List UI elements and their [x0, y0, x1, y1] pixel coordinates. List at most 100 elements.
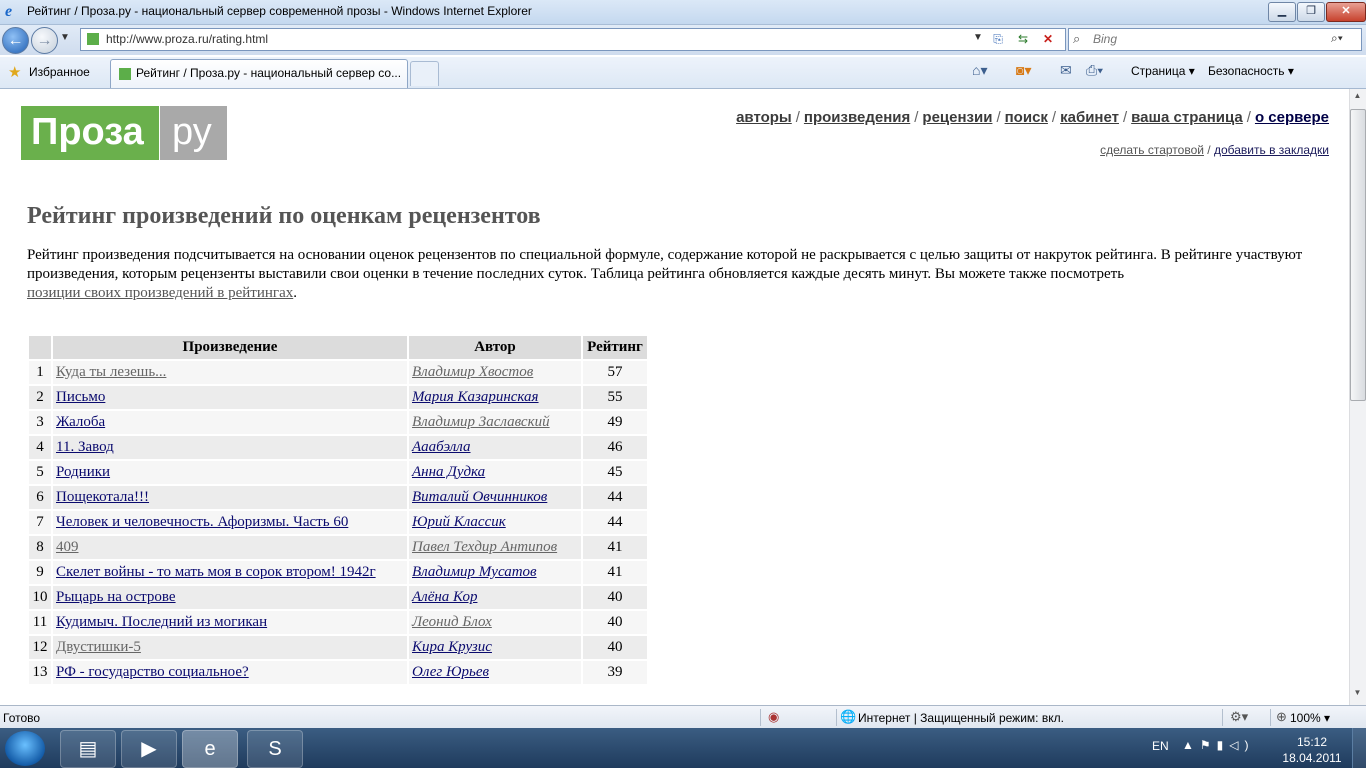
row-number: 10 — [29, 586, 51, 609]
table-row: 12 Двустишки-5 Кира Крузис 40 — [29, 636, 647, 659]
stop-icon[interactable]: ✕ — [1039, 32, 1057, 47]
work-link[interactable]: Жалоба — [56, 414, 105, 430]
scroll-up-arrow-icon[interactable]: ▲ — [1350, 91, 1365, 107]
language-indicator[interactable]: EN — [1152, 739, 1169, 753]
print-icon[interactable]: ⎙▾ — [1086, 62, 1103, 79]
skype-icon[interactable]: S — [247, 730, 303, 768]
recent-pages-dropdown-icon[interactable]: ▼ — [60, 32, 70, 43]
work-link[interactable]: Куда ты лезешь... — [56, 364, 166, 380]
feeds-icon[interactable]: ◙▾ — [1016, 62, 1031, 79]
minimize-button[interactable]: ▁ — [1268, 2, 1296, 22]
window-title: Рейтинг / Проза.ру - национальный сервер… — [27, 4, 532, 18]
work-link[interactable]: Двустишки-5 — [56, 639, 141, 655]
author-link[interactable]: Мария Казаринская — [412, 389, 539, 405]
nav-link[interactable]: о сервере — [1255, 109, 1329, 126]
work-link[interactable]: РФ - государство социальное? — [56, 664, 249, 680]
popup-blocker-icon[interactable]: ◉ — [768, 709, 779, 725]
col-rating-header: Рейтинг — [583, 336, 647, 359]
work-link[interactable]: Человек и человечность. Афоризмы. Часть … — [56, 514, 348, 530]
work-cell: Жалоба — [53, 411, 407, 434]
search-input[interactable]: Bing — [1093, 32, 1117, 46]
author-link[interactable]: Владимир Мусатов — [412, 564, 537, 580]
new-tab-button[interactable] — [410, 61, 439, 86]
status-divider — [760, 709, 761, 726]
search-go-icon[interactable]: ⌕▾ — [1331, 31, 1343, 46]
back-button[interactable]: ← — [2, 27, 29, 54]
add-bookmark-link[interactable]: добавить в закладки — [1214, 143, 1329, 157]
close-window-button[interactable]: ✕ — [1326, 2, 1366, 22]
author-link[interactable]: Владимир Заславский — [412, 414, 550, 430]
site-logo[interactable]: Проза — [21, 106, 159, 160]
table-row: 4 11. Завод Аaабэлла 46 — [29, 436, 647, 459]
tab-active[interactable]: Рейтинг / Проза.ру - национальный сервер… — [110, 59, 408, 88]
author-link[interactable]: Юрий Классик — [412, 514, 506, 530]
safety-menu[interactable]: Безопасность ▾ — [1208, 64, 1294, 78]
author-link[interactable]: Павел Техдир Антипов — [412, 539, 557, 555]
zoom-level[interactable]: 100% ▾ — [1290, 711, 1330, 725]
work-link[interactable]: Пощекотала!!! — [56, 489, 149, 505]
zoom-icon[interactable]: ⊕ — [1276, 709, 1287, 725]
favorites-button[interactable]: Избранное — [29, 65, 90, 79]
nav-link[interactable]: рецензии — [922, 109, 992, 126]
work-cell: Родники — [53, 461, 407, 484]
internet-explorer-taskbar-icon[interactable]: e — [182, 730, 238, 768]
row-number: 8 — [29, 536, 51, 559]
work-link[interactable]: 11. Завод — [56, 439, 114, 455]
rating-value: 40 — [583, 611, 647, 634]
make-homepage-link[interactable]: сделать стартовой — [1100, 143, 1204, 157]
author-link[interactable]: Леонид Блох — [412, 614, 492, 630]
protected-mode-icon[interactable]: ⚙▾ — [1230, 709, 1248, 725]
nav-link[interactable]: ваша страница — [1131, 109, 1243, 126]
work-cell: Пощекотала!!! — [53, 486, 407, 509]
security-zone[interactable]: Интернет | Защищенный режим: вкл. — [858, 711, 1064, 725]
work-link[interactable]: Рыцарь на острове — [56, 589, 176, 605]
scroll-down-arrow-icon[interactable]: ▼ — [1350, 688, 1365, 704]
maximize-button[interactable]: ❐ — [1297, 2, 1325, 22]
work-link[interactable]: 409 — [56, 539, 79, 555]
author-link[interactable]: Олег Юрьев — [412, 664, 489, 680]
compatibility-view-icon[interactable]: ⎘ — [989, 32, 1007, 47]
work-link[interactable]: Письмо — [56, 389, 105, 405]
work-cell: Куда ты лезешь... — [53, 361, 407, 384]
nav-link[interactable]: авторы — [736, 109, 792, 126]
favorites-star-icon[interactable]: ★ — [8, 63, 21, 81]
media-player-icon[interactable]: ▶ — [121, 730, 177, 768]
author-cell: Юрий Классик — [409, 511, 581, 534]
scrollbar-thumb[interactable] — [1350, 109, 1366, 401]
clock[interactable]: 15:12 18.04.2011 — [1282, 734, 1342, 766]
home-icon[interactable]: ⌂▾ — [972, 62, 987, 79]
page-menu[interactable]: Страница ▾ — [1131, 64, 1195, 78]
nav-link[interactable]: кабинет — [1060, 109, 1119, 126]
start-button[interactable] — [5, 731, 45, 766]
rating-value: 39 — [583, 661, 647, 684]
window-titlebar: e Рейтинг / Проза.ру - национальный серв… — [0, 0, 1366, 25]
author-link[interactable]: Анна Дудка — [412, 464, 485, 480]
work-link[interactable]: Кудимыч. Последний из могикан — [56, 614, 267, 630]
refresh-icon[interactable]: ⇆ — [1014, 32, 1032, 47]
author-link[interactable]: Владимир Хвостов — [412, 364, 533, 380]
work-link[interactable]: Родники — [56, 464, 110, 480]
address-bar[interactable]: http://www.proza.ru/rating.html ▼ ⎘ ⇆ ✕ — [80, 28, 1066, 51]
author-link[interactable]: Аaабэлла — [412, 439, 471, 455]
show-desktop-button[interactable] — [1352, 728, 1366, 768]
author-link[interactable]: Виталий Овчинников — [412, 489, 547, 505]
work-cell: 409 — [53, 536, 407, 559]
address-url[interactable]: http://www.proza.ru/rating.html — [106, 32, 268, 46]
mail-icon[interactable]: ✉ — [1060, 62, 1072, 79]
author-link[interactable]: Алёна Кор — [412, 589, 477, 605]
search-box[interactable]: ⌕ Bing ⌕▾ — [1068, 28, 1362, 51]
own-positions-link[interactable]: позиции своих произведений в рейтингах — [27, 285, 293, 301]
site-logo-suffix[interactable]: ру — [160, 106, 227, 160]
nav-link[interactable]: поиск — [1005, 109, 1048, 126]
row-number: 2 — [29, 386, 51, 409]
address-dropdown-icon[interactable]: ▼ — [973, 32, 983, 43]
author-link[interactable]: Кира Крузис — [412, 639, 492, 655]
rating-value: 55 — [583, 386, 647, 409]
forward-button[interactable]: → — [31, 27, 58, 54]
work-link[interactable]: Скелет войны - то мать моя в сорок второ… — [56, 564, 376, 580]
table-row: 7 Человек и человечность. Афоризмы. Часть… — [29, 511, 647, 534]
nav-link[interactable]: произведения — [804, 109, 910, 126]
explorer-folder-icon[interactable]: ▤ — [60, 730, 116, 768]
tray-icons[interactable]: ▲⚑▮◁) — [1182, 738, 1254, 752]
table-row: 10 Рыцарь на острове Алёна Кор 40 — [29, 586, 647, 609]
